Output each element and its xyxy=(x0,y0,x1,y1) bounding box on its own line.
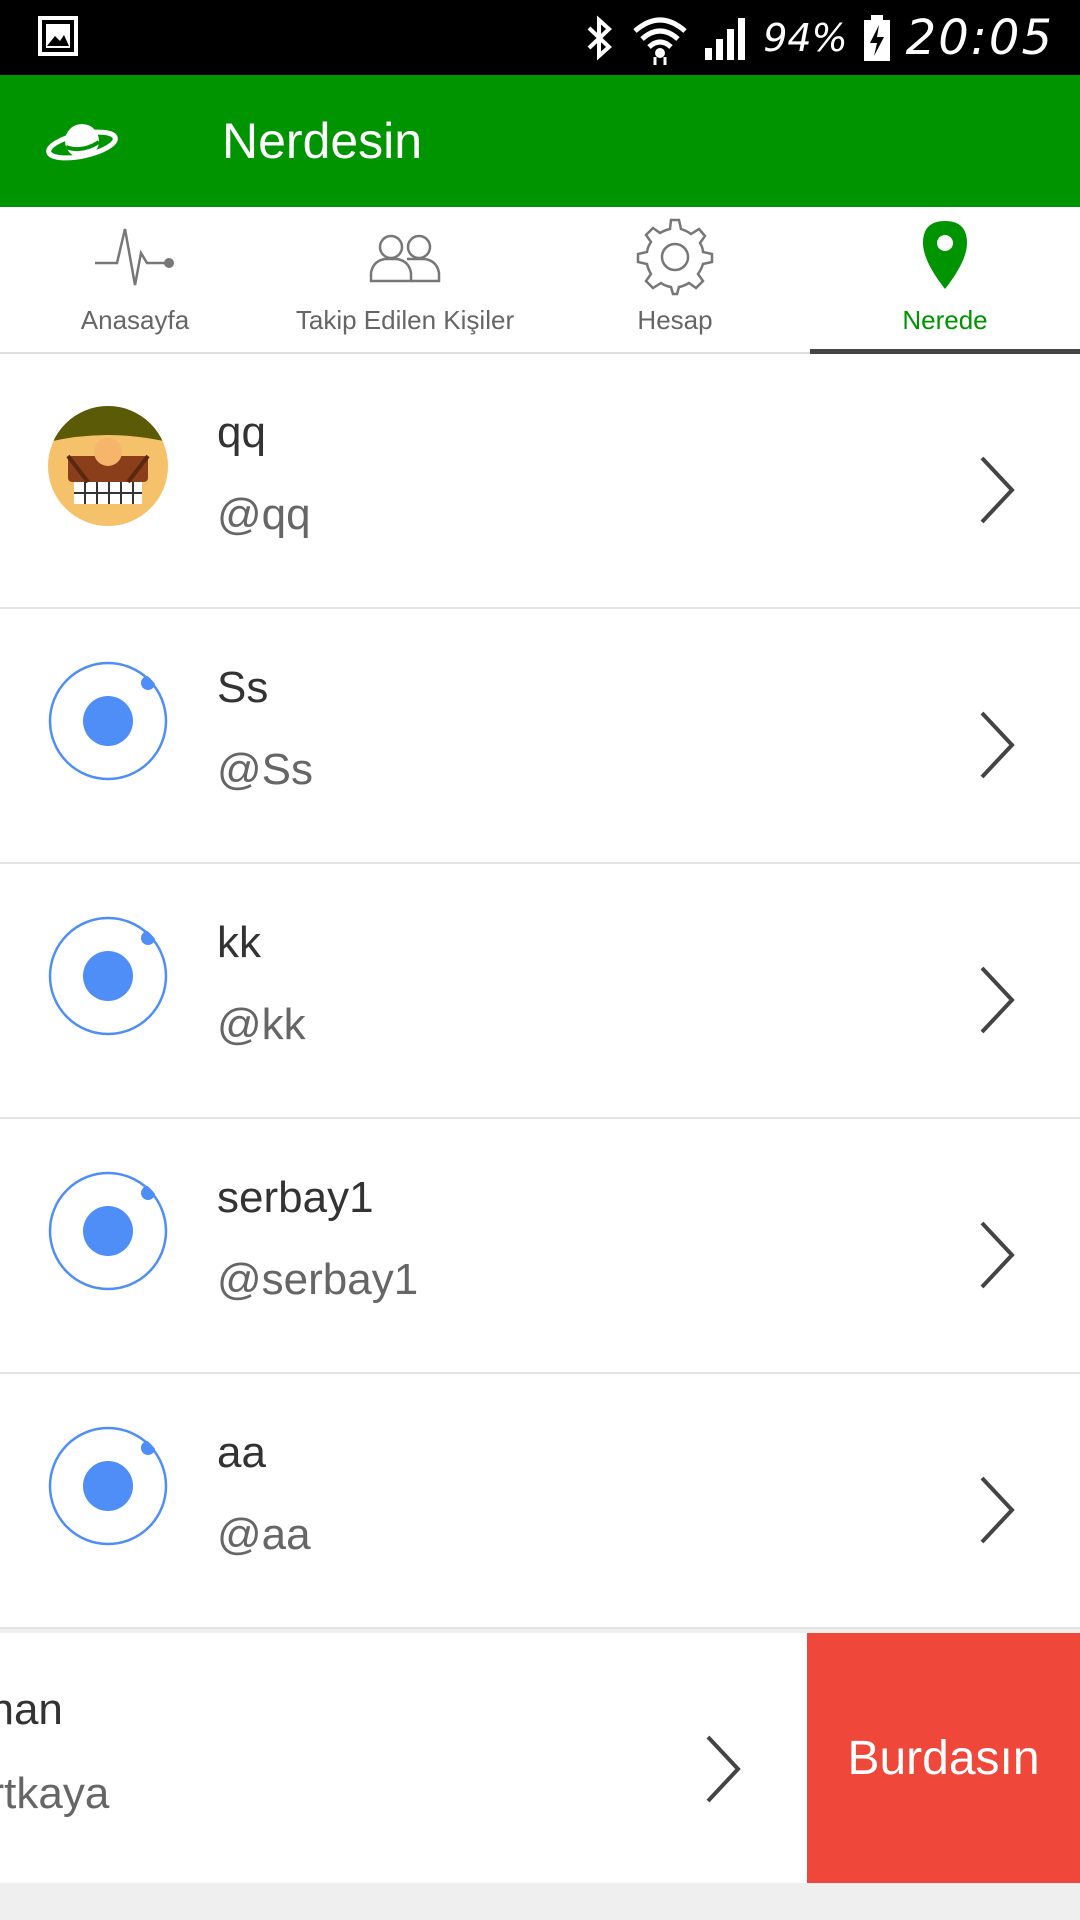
list-item[interactable]: Ss @Ss xyxy=(0,609,1080,864)
custom-avatar-image xyxy=(48,406,168,526)
app-bar: Nerdesin xyxy=(0,75,1080,207)
avatar xyxy=(48,661,168,781)
battery-percent: 94% xyxy=(763,15,848,60)
people-icon xyxy=(369,234,441,283)
tab-label: Hesap xyxy=(637,305,713,335)
planet-icon xyxy=(46,124,118,161)
list-item[interactable]: aa @aa xyxy=(0,1374,1080,1629)
tab-takip-edilen-kisiler[interactable]: Takip Edilen Kişiler xyxy=(270,207,540,352)
chevron-right-icon xyxy=(706,1735,741,1803)
bluetooth-icon xyxy=(587,15,613,60)
chevron-right-icon xyxy=(980,1221,1015,1289)
user-list: qq @qq Ss @Ss kk @kk serbay1 @serbay1 aa… xyxy=(0,354,1080,1629)
swiped-list-item[interactable]: uzhan kurtkaya Burdasın xyxy=(0,1633,1080,1883)
ionic-logo-icon xyxy=(48,1426,168,1546)
ionic-logo-icon xyxy=(48,1171,168,1291)
tab-label: Anasayfa xyxy=(80,305,190,335)
signal-icon xyxy=(705,17,746,60)
avatar xyxy=(48,406,168,526)
user-handle: @qq xyxy=(217,490,311,539)
battery-charging-icon xyxy=(863,14,890,61)
tab-label: Nerede xyxy=(902,305,988,335)
status-bar: 94% 20:05 xyxy=(0,0,1080,75)
ionic-logo-icon xyxy=(48,916,168,1036)
swiped-item-content[interactable]: uzhan kurtkaya xyxy=(0,1633,806,1883)
chevron-right-icon xyxy=(980,711,1015,779)
wifi-icon xyxy=(633,17,687,65)
user-name: uzhan xyxy=(0,1685,63,1734)
tab-hesap[interactable]: Hesap xyxy=(540,207,810,352)
gallery-icon xyxy=(38,16,78,56)
clock: 20:05 xyxy=(905,9,1054,66)
ionic-logo-icon xyxy=(48,661,168,781)
chevron-right-icon xyxy=(980,456,1015,524)
list-item[interactable]: kk @kk xyxy=(0,864,1080,1119)
avatar xyxy=(48,916,168,1036)
user-name: qq xyxy=(217,408,266,457)
tab-label: Takip Edilen Kişiler xyxy=(295,305,515,335)
pulse-icon xyxy=(95,228,174,286)
list-item[interactable]: qq @qq xyxy=(0,354,1080,609)
burdasin-button[interactable]: Burdasın xyxy=(807,1633,1080,1883)
tab-nerede[interactable]: Nerede xyxy=(810,207,1080,354)
user-name: kk xyxy=(217,918,261,967)
app-title: Nerdesin xyxy=(222,113,423,169)
avatar xyxy=(48,1171,168,1291)
avatar xyxy=(48,1426,168,1546)
chevron-right-icon xyxy=(980,966,1015,1034)
user-name: aa xyxy=(217,1428,266,1477)
user-handle: @serbay1 xyxy=(217,1255,419,1304)
user-handle: kurtkaya xyxy=(0,1769,110,1818)
user-name: Ss xyxy=(217,663,269,712)
tab-bar: Anasayfa Takip Edilen Kişiler Hesap Nere… xyxy=(0,207,1080,354)
location-pin-icon xyxy=(923,221,967,289)
gear-icon xyxy=(636,218,714,296)
user-handle: @kk xyxy=(217,1000,306,1049)
screen: 94% 20:05 Nerdesin Anasayfa Takip Edilen… xyxy=(0,0,1080,1920)
user-name: serbay1 xyxy=(217,1173,374,1222)
user-handle: @Ss xyxy=(217,745,314,794)
list-item[interactable]: serbay1 @serbay1 xyxy=(0,1119,1080,1374)
chevron-right-icon xyxy=(980,1476,1015,1544)
tab-anasayfa[interactable]: Anasayfa xyxy=(0,207,270,352)
user-handle: @aa xyxy=(217,1510,311,1559)
